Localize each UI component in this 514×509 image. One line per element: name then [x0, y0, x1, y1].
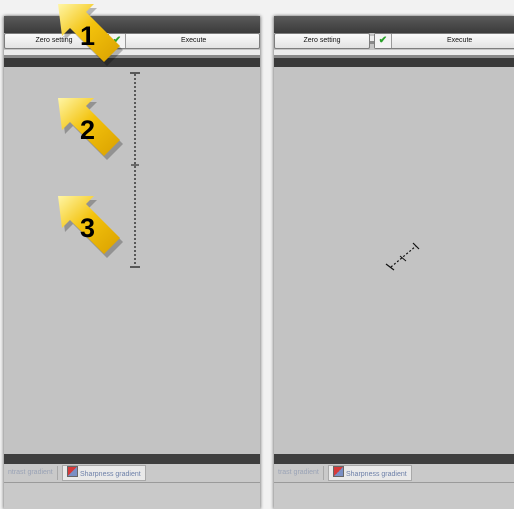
- checkmark-icon: ✔: [375, 34, 392, 48]
- left-image-panel: ntrast gradient Sharpness gradient Zero …: [4, 16, 260, 509]
- tab-label: trast gradient: [278, 469, 319, 476]
- callout-number: 2: [80, 115, 96, 145]
- button-label: Execute: [447, 37, 473, 44]
- tab-contrast-gradient[interactable]: trast gradient: [274, 466, 324, 480]
- tab-sharpness-gradient[interactable]: Sharpness gradient: [62, 465, 146, 481]
- status-bar: [274, 454, 514, 464]
- right-image-panel: trast gradient Sharpness gradient Zero s…: [274, 16, 514, 509]
- zero-setting-button[interactable]: Zero setting: [274, 33, 370, 49]
- panel-titlebar: [4, 16, 260, 33]
- button-label: Zero setting: [303, 37, 341, 44]
- button-row: [274, 483, 514, 509]
- execute-button[interactable]: ✔ Execute: [108, 33, 260, 49]
- button-label: Execute: [181, 37, 207, 44]
- execute-button[interactable]: ✔ Execute: [374, 33, 514, 49]
- tab-label: Sharpness gradient: [80, 471, 141, 478]
- ruler-bar: [4, 58, 260, 67]
- gradient-icon: [333, 466, 344, 477]
- panel-titlebar: [274, 16, 514, 33]
- callout-arrow-2: 2: [46, 94, 126, 174]
- status-bar: [4, 454, 260, 464]
- image-canvas[interactable]: [4, 67, 260, 454]
- tab-row: trast gradient Sharpness gradient: [274, 464, 514, 483]
- button-row: [4, 483, 260, 509]
- tab-label: ntrast gradient: [8, 469, 53, 476]
- gradient-icon: [67, 466, 78, 477]
- callout-number: 1: [80, 21, 96, 51]
- tab-row: ntrast gradient Sharpness gradient: [4, 464, 260, 483]
- tab-sharpness-gradient[interactable]: Sharpness gradient: [328, 465, 412, 481]
- callout-number: 3: [80, 213, 96, 243]
- image-canvas[interactable]: [274, 67, 514, 454]
- callout-arrow-3: 3: [46, 192, 126, 272]
- tab-contrast-gradient[interactable]: ntrast gradient: [4, 466, 58, 480]
- ruler-bar: [274, 58, 514, 67]
- callout-arrow-1: 1: [46, 0, 126, 80]
- tab-label: Sharpness gradient: [346, 471, 407, 478]
